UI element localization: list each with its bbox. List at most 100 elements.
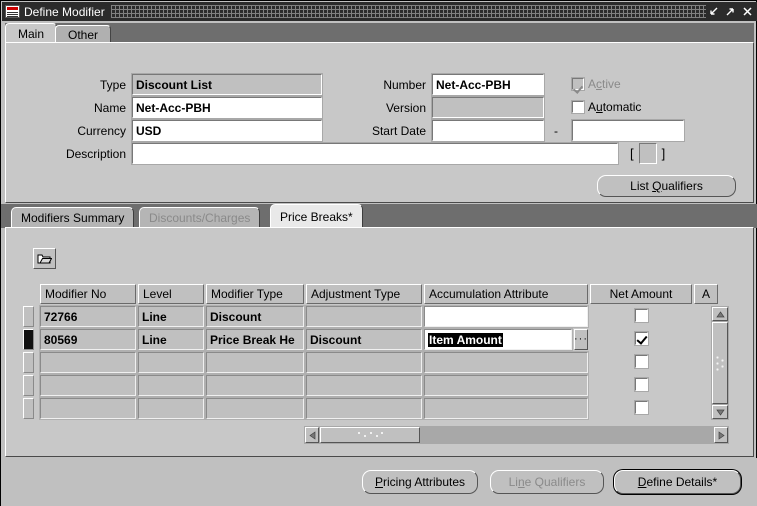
oracle-app-icon [5,5,20,18]
cell-modifier-no[interactable] [39,397,137,420]
tab-main[interactable]: Main [5,23,58,43]
maximize-icon[interactable] [723,4,738,19]
cell-adjustment-type[interactable] [305,351,423,374]
title-bar-hatch-fill [110,5,706,18]
cell-modifier-type[interactable] [205,397,305,420]
cell-modifier-type[interactable] [205,351,305,374]
start-date-field[interactable] [431,119,545,142]
folder-open-icon-button[interactable] [33,248,56,269]
dff-box[interactable] [638,143,657,164]
cell-level[interactable] [137,351,205,374]
cell-modifier-type[interactable]: Price Break He [205,328,305,351]
scrollbar-grip [357,431,383,439]
row-indicator[interactable] [23,352,34,373]
cell-level[interactable]: Line [137,328,205,351]
row-indicator[interactable] [23,398,34,419]
cell-modifier-type[interactable] [205,374,305,397]
version-field [431,96,545,119]
description-field[interactable] [131,142,619,165]
define-details-button[interactable]: Define Details* [614,470,741,494]
end-date-field[interactable] [571,119,685,142]
cell-level[interactable] [137,397,205,420]
tab-other-label: Other [68,27,99,42]
tab-price-breaks-label: Price Breaks* [280,209,353,224]
cell-modifier-no[interactable] [39,351,137,374]
cell-accumulation-attribute[interactable] [423,351,589,374]
automatic-checkbox[interactable] [571,100,585,114]
col-header-accumulation-attribute[interactable]: Accumulation Attribute [424,284,588,304]
cell-adjustment-type[interactable] [305,305,423,328]
cell-modifier-type[interactable]: Discount [205,305,305,328]
line-qualifiers-label: Line Qualifiers [508,475,586,489]
close-icon[interactable] [740,4,755,19]
cell-modifier-no[interactable]: 80569 [39,328,137,351]
minimize-icon[interactable] [706,4,721,19]
dff-close-bracket: ] [661,146,666,161]
automatic-checkbox-row[interactable]: Automatic [571,100,641,114]
col-header-accrual[interactable]: A [694,284,718,304]
active-checkbox-row[interactable]: Active [571,77,621,91]
label-type: Type [99,78,126,92]
tab-price-breaks[interactable]: Price Breaks* [270,204,363,228]
col-header-modifier-type[interactable]: Modifier Type [206,284,304,304]
cell-net-amount-checkbox[interactable] [634,400,649,415]
pricing-attributes-label: Pricing Attributes [374,475,466,489]
tab-discounts-charges: Discounts/Charges [139,207,261,228]
label-number: Number [383,78,426,92]
detail-tab-strip: Modifiers Summary Discounts/Charges Pric… [1,204,757,228]
tab-modifiers-summary[interactable]: Modifiers Summary [11,207,135,228]
cell-level[interactable] [137,374,205,397]
cell-adjustment-type[interactable] [305,397,423,420]
main-header-panel: Type Name Currency Description Discount … [5,42,754,203]
cell-net-amount-checkbox[interactable] [634,308,649,323]
cell-accumulation-attribute[interactable] [423,397,589,420]
cell-accumulation-attribute[interactable]: Item Amount [423,328,573,351]
currency-field[interactable]: USD [131,119,323,142]
col-header-modifier-no[interactable]: Modifier No [40,284,136,304]
define-details-label: Define Details* [637,475,718,489]
scrollbar-grip [715,355,725,371]
triangle-left-icon [308,430,315,440]
grid-hscrollbar-thumb[interactable] [320,427,420,443]
top-tab-strip: Main Other [5,23,754,43]
cell-adjustment-type[interactable]: Discount [305,328,423,351]
grid-vscrollbar-thumb[interactable] [712,322,728,404]
name-field[interactable]: Net-Acc-PBH [131,96,323,119]
grid-scroll-left-button[interactable] [305,427,319,443]
cell-modifier-no[interactable] [39,374,137,397]
cell-adjustment-type[interactable] [305,374,423,397]
cell-net-amount-checkbox[interactable] [634,377,649,392]
cell-accumulation-attribute[interactable] [423,305,589,328]
col-header-level[interactable]: Level [138,284,204,304]
title-bar: Define Modifier [2,2,757,21]
row-indicator[interactable] [23,375,34,396]
tab-discounts-charges-label: Discounts/Charges [149,211,251,225]
cell-modifier-no[interactable]: 72766 [39,305,137,328]
cell-accumulation-attribute[interactable] [423,374,589,397]
grid-scroll-down-button[interactable] [712,405,728,419]
tab-other[interactable]: Other [55,25,112,43]
tab-modifiers-summary-label: Modifiers Summary [21,211,125,225]
label-description: Description [65,147,126,161]
list-qualifiers-button[interactable]: List Qualifiers [597,175,736,197]
col-header-adjustment-type[interactable]: Adjustment Type [306,284,422,304]
grid-scroll-right-button[interactable] [714,427,728,443]
define-modifier-window: Define Modifier Main Other Type Name Cur… [0,0,757,506]
line-qualifiers-button: Line Qualifiers [490,470,604,494]
accumulation-attribute-lov-button[interactable]: ··· [574,329,588,350]
cell-net-amount-checkbox[interactable] [634,331,649,346]
col-header-net-amount[interactable]: Net Amount [590,284,692,304]
grid-scroll-up-button[interactable] [712,307,728,321]
cell-net-amount-checkbox[interactable] [634,354,649,369]
row-indicator[interactable] [23,329,34,350]
number-field[interactable]: Net-Acc-PBH [431,73,545,96]
cell-accumulation-attribute-value: Item Amount [428,332,503,347]
descriptive-flexfield[interactable]: [ ] [630,143,665,164]
folder-open-icon [37,254,52,264]
active-label: Active [588,77,621,91]
row-indicator[interactable] [23,306,34,327]
grid-inner: Modifier No Level Modifier Type Adjustme… [23,284,735,448]
type-field: Discount List [131,73,323,96]
cell-level[interactable]: Line [137,305,205,328]
pricing-attributes-button[interactable]: Pricing Attributes [362,470,478,494]
